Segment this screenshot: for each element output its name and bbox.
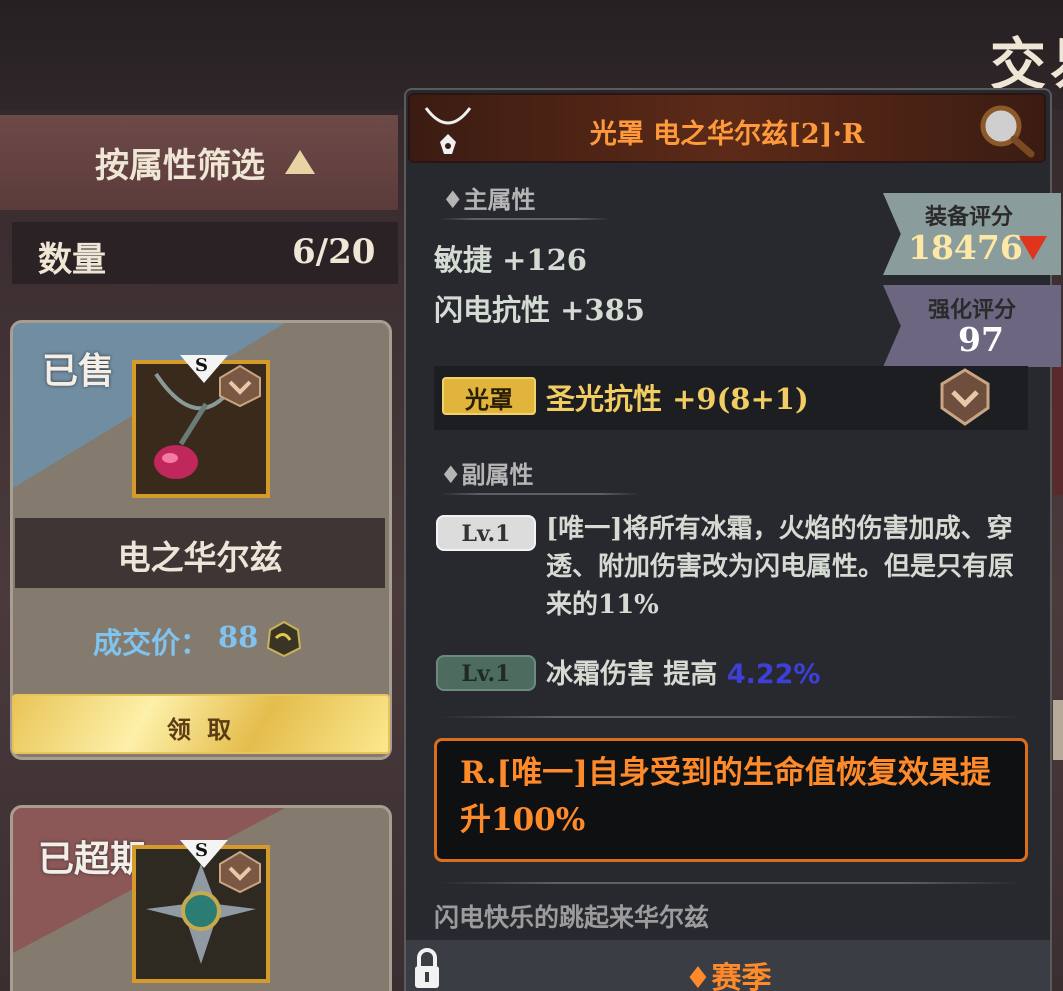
divider: [440, 716, 1020, 718]
aura-stat: 圣光抗性 +9(8+1): [546, 382, 809, 416]
sub-stat-label: 冰霜伤害 提高: [546, 659, 727, 690]
status-tag-expired: 已超期: [38, 838, 147, 880]
sub-stats-label: ♦副属性: [440, 460, 534, 489]
season-label: ♦赛季: [684, 961, 772, 991]
gear-score-label: 装备评分: [925, 204, 1014, 230]
unique-effect-text: R.[唯一]自身受到的生命值恢复效果提升100%: [460, 755, 991, 838]
item-name: 电之华尔兹: [117, 538, 283, 577]
gem-currency-icon: [262, 618, 304, 664]
sub-stat-text: 冰霜伤害 提高 4.22%: [546, 652, 820, 691]
quantity-label: 数量: [38, 240, 106, 280]
shield-rank-icon: [940, 368, 990, 430]
level-chip: Lv.1: [436, 515, 536, 551]
shield-rank-icon: [218, 364, 262, 408]
divider: [440, 493, 640, 495]
quantity-value: 6/20: [292, 232, 376, 272]
lock-icon[interactable]: [413, 948, 441, 991]
level-chip: Lv.1: [436, 655, 536, 691]
aura-chip-label: 光罩: [465, 385, 513, 414]
main-stat: 闪电抗性 +385: [434, 293, 645, 327]
grade-letter: S: [195, 355, 208, 376]
grade-letter: S: [195, 840, 208, 861]
magnifier-icon[interactable]: [977, 102, 1035, 162]
shield-rank-icon: [218, 850, 262, 894]
divider: [440, 218, 610, 220]
price-value: 88: [218, 620, 259, 654]
status-tag-sold: 已售: [42, 350, 115, 392]
divider: [440, 882, 1020, 884]
triangle-up-icon[interactable]: [285, 150, 315, 174]
main-stats-label: ♦主属性: [442, 185, 536, 214]
tooltip-title: 光罩 电之华尔兹[2]·R: [589, 119, 865, 150]
gear-score-value: 18476: [908, 228, 1023, 267]
main-stat: 敏捷 +126: [434, 243, 587, 277]
claim-label: 领 取: [166, 715, 236, 744]
partial-card-edge: [1053, 365, 1063, 495]
sub-stat-value: 4.22%: [726, 659, 821, 690]
down-arrow-icon: [1019, 236, 1047, 260]
enhance-score-value: 97: [958, 320, 1004, 359]
flavor-text: 闪电快乐的跳起来华尔兹: [434, 903, 710, 932]
price-label: 成交价：: [93, 626, 210, 660]
filter-label: 按属性筛选: [95, 146, 265, 186]
partial-card-edge: [1053, 700, 1063, 760]
sub-stat-text: [唯一]将所有冰霜，火焰的伤害加成、穿透、附加伤害改为闪电属性。但是只有原来的1…: [546, 514, 1015, 620]
